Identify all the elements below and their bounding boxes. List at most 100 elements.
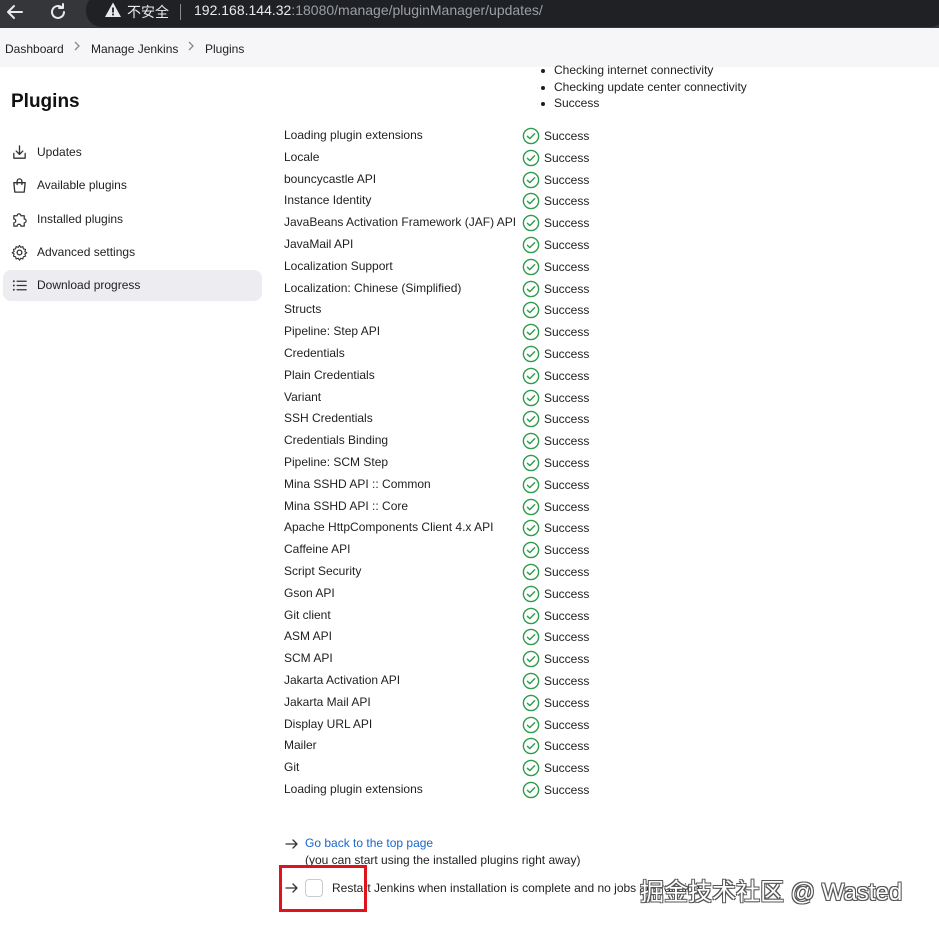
table-row: SCM API Success <box>284 648 924 670</box>
plugin-name: Script Security <box>284 563 362 578</box>
watermark: 掘金技术社区 @ Wasted <box>640 879 903 906</box>
plugin-name: SSH Credentials <box>284 411 373 426</box>
breadcrumb-manage-jenkins[interactable]: Manage Jenkins <box>91 42 178 56</box>
breadcrumb: Dashboard Manage Jenkins Plugins <box>0 28 939 67</box>
plugin-name: Structs <box>284 302 322 317</box>
plugin-name: Display URL API <box>284 716 373 731</box>
shopping-bag-icon <box>13 178 26 193</box>
breadcrumb-dashboard[interactable]: Dashboard <box>5 42 64 56</box>
list-item: Checking update center connectivity <box>540 80 747 97</box>
table-row: Gson API Success <box>284 583 924 605</box>
plugin-status: Success <box>544 499 590 514</box>
plugin-name: Credentials <box>284 345 345 360</box>
sidebar-item-label: Advanced settings <box>37 245 136 259</box>
plugin-status: Success <box>544 412 590 427</box>
plugin-name: Gson API <box>284 585 335 600</box>
plugin-status: Success <box>544 281 590 296</box>
check-circle-icon <box>522 520 540 537</box>
warning-icon[interactable] <box>104 1 122 19</box>
browser-toolbar: 不安全 192.168.144.32:18080/manage/pluginMa… <box>0 0 939 28</box>
check-circle-icon <box>522 650 540 668</box>
check-circle-icon <box>522 127 540 145</box>
list-icon <box>12 280 27 291</box>
plugin-status: Success <box>544 194 590 209</box>
table-row: Mina SSHD API :: Common Success <box>284 474 924 496</box>
plugin-status: Success <box>544 303 590 318</box>
plugin-status: Success <box>544 216 590 231</box>
sidebar-item-updates[interactable]: Updates <box>3 137 262 168</box>
plugin-status: Success <box>544 673 590 688</box>
table-row: Plain Credentials Success <box>284 365 924 387</box>
plugin-status: Success <box>544 150 590 165</box>
plugin-name: Variant <box>284 389 322 404</box>
table-row: Pipeline: SCM Step Success <box>284 452 924 474</box>
table-row: Caffeine API Success <box>284 539 924 561</box>
table-row: Instance Identity Success <box>284 190 924 212</box>
check-circle-icon <box>522 694 540 712</box>
plugin-name: Git <box>284 760 300 775</box>
sidebar-item-label: Updates <box>37 145 82 159</box>
sidebar-item-label: Installed plugins <box>37 212 124 226</box>
plugin-status: Success <box>544 543 590 558</box>
table-row: Localization Support Success <box>284 256 924 278</box>
url-host: 192.168.144.32 <box>194 2 292 18</box>
url-text[interactable]: 192.168.144.32:18080/manage/pluginManage… <box>194 2 543 18</box>
puzzle-icon <box>13 213 27 227</box>
table-row: Credentials Success <box>284 343 924 365</box>
check-circle-icon <box>522 323 540 341</box>
check-circle-icon <box>522 498 540 515</box>
table-row: SSH Credentials Success <box>284 408 924 430</box>
plugin-name: bouncycastle API <box>284 171 377 186</box>
plugin-name: Mina SSHD API :: Core <box>284 498 409 513</box>
table-row: JavaBeans Activation Framework (JAF) API… <box>284 212 924 234</box>
sidebar-item-advanced-settings[interactable]: Advanced settings <box>3 237 262 268</box>
table-row: Git client Success <box>284 605 924 627</box>
back-arrow-icon[interactable] <box>3 2 27 24</box>
insecure-label[interactable]: 不安全 <box>127 2 169 22</box>
plugin-status: Success <box>544 390 590 405</box>
check-circle-icon <box>522 236 540 254</box>
check-circle-icon <box>522 214 540 232</box>
sidebar-item-installed-plugins[interactable]: Installed plugins <box>3 204 262 235</box>
url-path: :18080/manage/pluginManager/updates/ <box>291 2 543 18</box>
plugin-name: Locale <box>284 149 320 164</box>
check-circle-icon <box>522 454 540 472</box>
sidebar-item-label: Download progress <box>37 278 141 292</box>
sidebar-item-download-progress[interactable]: Download progress <box>3 270 262 301</box>
table-row: Jakarta Activation API Success <box>284 670 924 692</box>
table-row: Mina SSHD API :: Core Success <box>284 496 924 518</box>
plugin-status-table: Loading plugin extensions Success Locale Su… <box>284 125 924 801</box>
table-row: Variant Success <box>284 387 924 409</box>
plugin-status: Success <box>544 717 590 732</box>
table-row: Script Security Success <box>284 561 924 583</box>
sidebar-item-available-plugins[interactable]: Available plugins <box>3 170 262 201</box>
breadcrumb-plugins[interactable]: Plugins <box>205 42 244 56</box>
table-row: Locale Success <box>284 147 924 169</box>
plugin-name: Instance Identity <box>284 193 372 208</box>
gear-icon <box>11 244 28 261</box>
download-icon <box>13 145 26 159</box>
check-circle-icon <box>522 607 540 624</box>
check-circle-icon <box>522 411 540 428</box>
check-circle-icon <box>522 563 540 581</box>
plugin-status: Success <box>544 477 590 492</box>
go-back-link[interactable]: Go back to the top page <box>305 836 433 850</box>
plugin-status: Success <box>544 608 590 623</box>
sidebar-item-label: Available plugins <box>37 178 127 192</box>
plugin-name: Plain Credentials <box>284 367 375 382</box>
plugin-status: Success <box>544 761 590 776</box>
check-circle-icon <box>522 367 540 385</box>
check-circle-icon <box>522 716 540 733</box>
plugin-status: Success <box>544 564 590 579</box>
list-item: Checking internet connectivity <box>540 63 747 80</box>
plugin-status: Success <box>544 259 590 274</box>
reload-icon[interactable] <box>46 2 70 24</box>
table-row: Credentials Binding Success <box>284 430 924 452</box>
plugin-status: Success <box>544 368 590 383</box>
plugin-name: Apache HttpComponents Client 4.x API <box>284 520 494 535</box>
list-item: Success <box>540 96 747 113</box>
table-row: Localization: Chinese (Simplified) Succes… <box>284 278 924 300</box>
table-row: Apache HttpComponents Client 4.x API Succ… <box>284 517 924 539</box>
plugin-status: Success <box>544 172 590 187</box>
plugin-name: Credentials Binding <box>284 433 389 448</box>
